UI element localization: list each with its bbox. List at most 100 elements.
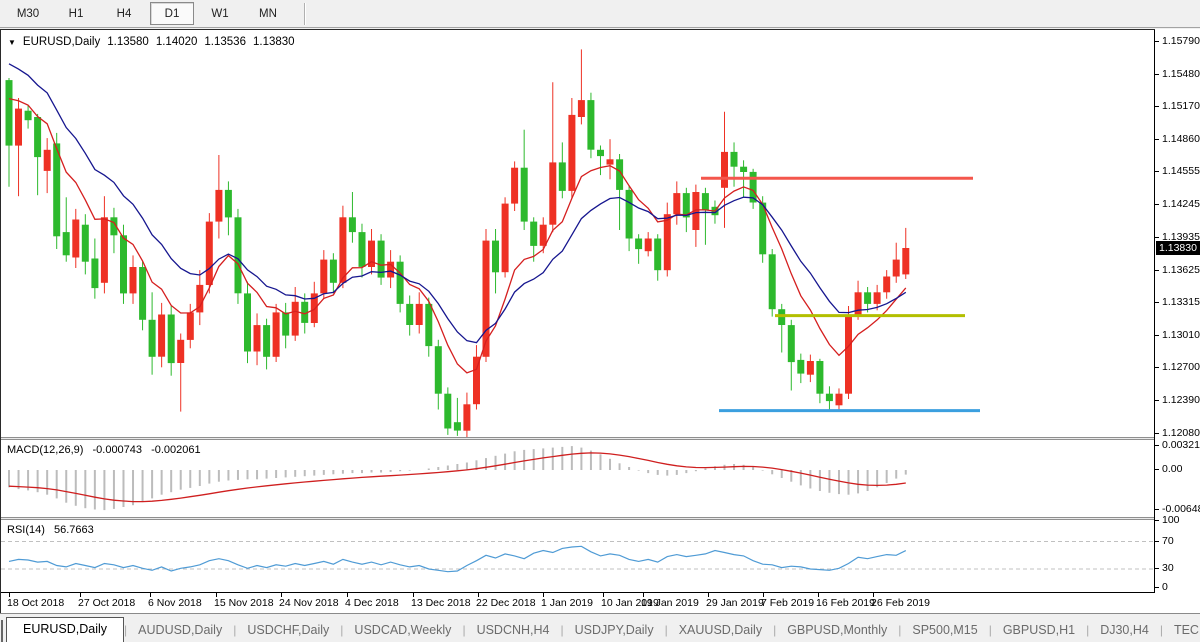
date-axis: 18 Oct 201827 Oct 20186 Nov 201815 Nov 2… — [1, 592, 1199, 612]
price-axis-label: 1.14860 — [1162, 133, 1200, 145]
chart-tab-usdcnh-h4[interactable]: USDCNH,H4 — [466, 619, 561, 642]
rsi-axis-label: 30 — [1162, 562, 1174, 574]
axis-tick — [1155, 367, 1159, 368]
date-axis-label: 22 Dec 2018 — [476, 597, 536, 609]
candle-body — [893, 260, 900, 277]
quote-low: 1.13536 — [204, 36, 246, 48]
candle-body — [263, 325, 270, 357]
chart-tab-tech100-h[interactable]: TECH100,H — [1163, 619, 1200, 642]
candle-body — [845, 315, 852, 394]
candle-body — [836, 394, 843, 406]
candle-body — [34, 117, 41, 157]
axis-tick — [1155, 74, 1159, 75]
candle-body — [91, 259, 98, 289]
candle-body — [177, 340, 184, 363]
candle-body — [168, 315, 175, 364]
candle-body — [72, 220, 79, 258]
axis-tick — [1155, 270, 1159, 271]
candle-body — [568, 115, 575, 191]
candle-body — [44, 150, 51, 171]
price-axis-label: 1.15790 — [1162, 35, 1200, 47]
date-axis-label: 7 Feb 2019 — [761, 597, 814, 609]
candle-body — [826, 394, 833, 401]
candle-body — [597, 150, 604, 156]
chart-tab-gbpusd-h1[interactable]: GBPUSD,H1 — [992, 619, 1086, 642]
chart-tab-eurusd-daily[interactable]: EURUSD,Daily — [6, 617, 124, 642]
candle-body — [215, 190, 222, 222]
quote-header: ▼ EURUSD,Daily 1.13580 1.14020 1.13536 1… — [8, 36, 295, 48]
timeframe-button-h4[interactable]: H4 — [102, 2, 146, 25]
axis-tick — [1155, 171, 1159, 172]
candle-body — [559, 162, 566, 191]
candle-body — [25, 111, 32, 121]
chart-tab-sp500-m15[interactable]: SP500,M15 — [901, 619, 988, 642]
chart-tab-xauusd-daily[interactable]: XAUUSD,Daily — [668, 619, 773, 642]
timeframe-button-w1[interactable]: W1 — [198, 2, 242, 25]
chart-tab-usdcad-weekly[interactable]: USDCAD,Weekly — [343, 619, 462, 642]
rsi-panel-chart[interactable] — [1, 520, 1154, 592]
timeframe-button-m30[interactable]: M30 — [6, 2, 50, 25]
date-axis-label: 29 Jan 2019 — [706, 597, 764, 609]
candle-body — [645, 239, 652, 252]
macd-signal-value: -0.002061 — [151, 444, 201, 456]
axis-tick — [1155, 106, 1159, 107]
mt4-application-window: M30H1H4D1W1MN ▼ EURUSD,Daily 1.13580 1.1… — [0, 0, 1200, 642]
candle-body — [15, 109, 22, 146]
candle-body — [721, 152, 728, 188]
candle-body — [530, 222, 537, 246]
candle-body — [702, 193, 709, 210]
current-price-badge: 1.13830 — [1156, 241, 1200, 255]
chart-tab-usdchf-daily[interactable]: USDCHF,Daily — [236, 619, 340, 642]
candle-body — [406, 304, 413, 325]
candle-body — [254, 325, 261, 351]
quote-close: 1.13830 — [253, 36, 295, 48]
timeframe-button-d1[interactable]: D1 — [150, 2, 194, 25]
axis-tick — [1155, 237, 1159, 238]
price-axis-label: 1.14245 — [1162, 198, 1200, 210]
candle-body — [397, 262, 404, 304]
axis-tick — [1155, 445, 1159, 446]
chart-tab-gbpusd-monthly[interactable]: GBPUSD,Monthly — [776, 619, 898, 642]
chart-tab-usdjpy-daily[interactable]: USDJPY,Daily — [564, 619, 665, 642]
axis-tick — [1155, 335, 1159, 336]
candle-body — [139, 267, 146, 320]
candle-body — [521, 168, 528, 222]
candle-body — [63, 232, 70, 255]
rsi-name: RSI(14) — [7, 524, 45, 536]
rsi-axis-label: 70 — [1162, 535, 1174, 547]
candle-body — [130, 267, 137, 293]
toolbar-separator — [304, 3, 305, 25]
chart-tab-audusd-daily[interactable]: AUDUSD,Daily — [127, 619, 233, 642]
symbol-dropdown-icon[interactable]: ▼ — [8, 38, 16, 47]
candle-body — [6, 80, 13, 146]
chart-tab-bar: EURUSD,Daily|AUDUSD,Daily|USDCHF,Daily|U… — [0, 613, 1200, 642]
candle-body — [740, 167, 747, 172]
candlestick-chart[interactable] — [1, 30, 1154, 437]
candle-body — [53, 143, 60, 236]
date-axis-label: 24 Nov 2018 — [279, 597, 339, 609]
price-axis-label: 1.12390 — [1162, 394, 1200, 406]
date-axis-label: 13 Dec 2018 — [411, 597, 471, 609]
price-axis-label: 1.15170 — [1162, 100, 1200, 112]
axis-tick — [1155, 41, 1159, 42]
candle-body — [349, 217, 356, 232]
price-axis-label: 1.14555 — [1162, 165, 1200, 177]
candle-body — [149, 320, 156, 357]
date-axis-label: 27 Oct 2018 — [78, 597, 135, 609]
timeframe-button-mn[interactable]: MN — [246, 2, 290, 25]
candle-body — [330, 260, 337, 283]
rsi-value: 56.7663 — [54, 524, 94, 536]
candle-body — [797, 360, 804, 374]
candle-body — [282, 312, 289, 335]
price-axis-label: 1.13625 — [1162, 264, 1200, 276]
quote-high: 1.14020 — [156, 36, 198, 48]
candle-body — [654, 239, 661, 271]
macd-indicator-label: MACD(12,26,9) -0.000743 -0.002061 — [7, 444, 201, 456]
chart-tab-dj30-h4[interactable]: DJ30,H4 — [1089, 619, 1160, 642]
candle-body — [463, 404, 470, 430]
candle-body — [864, 292, 871, 304]
timeframe-button-h1[interactable]: H1 — [54, 2, 98, 25]
date-axis-label: 15 Nov 2018 — [214, 597, 274, 609]
candle-body — [339, 217, 346, 282]
candle-body — [120, 235, 127, 293]
